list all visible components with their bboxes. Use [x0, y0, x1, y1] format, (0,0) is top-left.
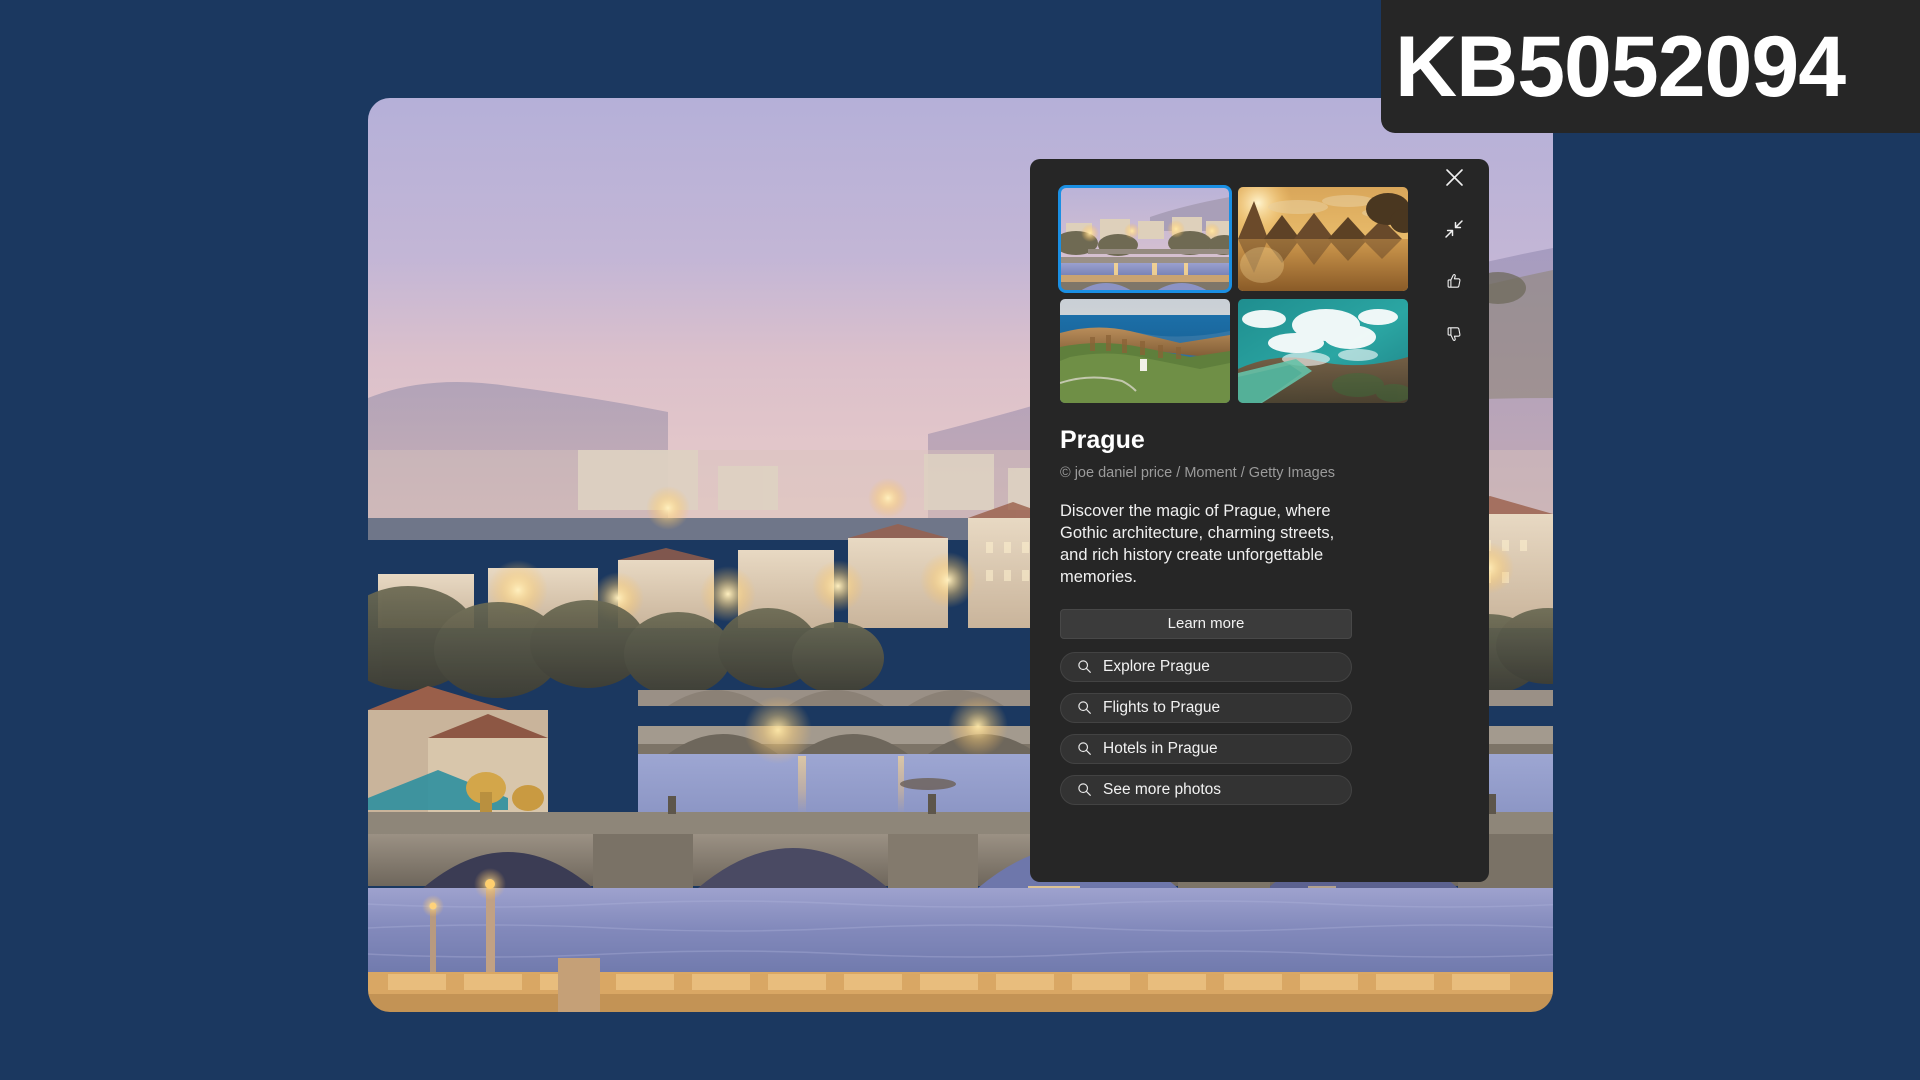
collapse-icon	[1445, 220, 1463, 238]
search-suggestion-label: Flights to Prague	[1103, 698, 1221, 716]
close-button[interactable]	[1436, 159, 1472, 195]
kb-article-id: KB5052094	[1395, 18, 1846, 115]
search-suggestion-label: Explore Prague	[1103, 657, 1210, 675]
image-description: Discover the magic of Prague, where Goth…	[1060, 501, 1335, 586]
image-credit: © joe daniel price / Moment / Getty Imag…	[1060, 464, 1336, 481]
thumbs-up-button[interactable]	[1436, 263, 1472, 299]
panel-content: Prague © joe daniel price / Moment / Get…	[1058, 185, 1408, 805]
golden-sunset-lake-thumbnail[interactable]	[1238, 187, 1408, 291]
collapse-button[interactable]	[1436, 211, 1472, 247]
kb-article-badge: KB5052094	[1381, 0, 1920, 133]
search-suggestions-list: Explore Prague Flights to Prague Hotels …	[1060, 651, 1408, 805]
thumbs-up-icon	[1447, 273, 1460, 288]
panel-action-rail	[1429, 159, 1479, 351]
search-icon	[1077, 659, 1092, 674]
close-icon	[1445, 168, 1463, 186]
search-suggestion-label: See more photos	[1103, 780, 1222, 798]
search-suggestion-flights-to-prague[interactable]: Flights to Prague	[1060, 692, 1352, 723]
image-info-panel: Prague © joe daniel price / Moment / Get…	[1030, 159, 1489, 882]
turquoise-tidal-pool-thumbnail[interactable]	[1238, 299, 1408, 403]
search-icon	[1077, 700, 1092, 715]
coastal-cliffs-thumbnail[interactable]	[1060, 299, 1230, 403]
search-suggestion-see-more-photos[interactable]: See more photos	[1060, 774, 1352, 805]
thumbs-down-button[interactable]	[1436, 315, 1472, 351]
page-title: Prague	[1060, 426, 1145, 454]
page-root: KB5052094 Prague © joe daniel price / Mo…	[0, 0, 1920, 1080]
search-suggestion-explore-prague[interactable]: Explore Prague	[1060, 651, 1352, 682]
search-suggestion-hotels-in-prague[interactable]: Hotels in Prague	[1060, 733, 1352, 764]
thumbs-down-icon	[1447, 326, 1460, 341]
search-suggestion-label: Hotels in Prague	[1103, 739, 1218, 757]
search-icon	[1077, 741, 1092, 756]
search-icon	[1077, 782, 1092, 797]
learn-more-button[interactable]: Learn more	[1060, 608, 1352, 639]
thumbnail-grid	[1058, 185, 1408, 403]
prague-bridges-thumbnail[interactable]	[1058, 185, 1232, 293]
